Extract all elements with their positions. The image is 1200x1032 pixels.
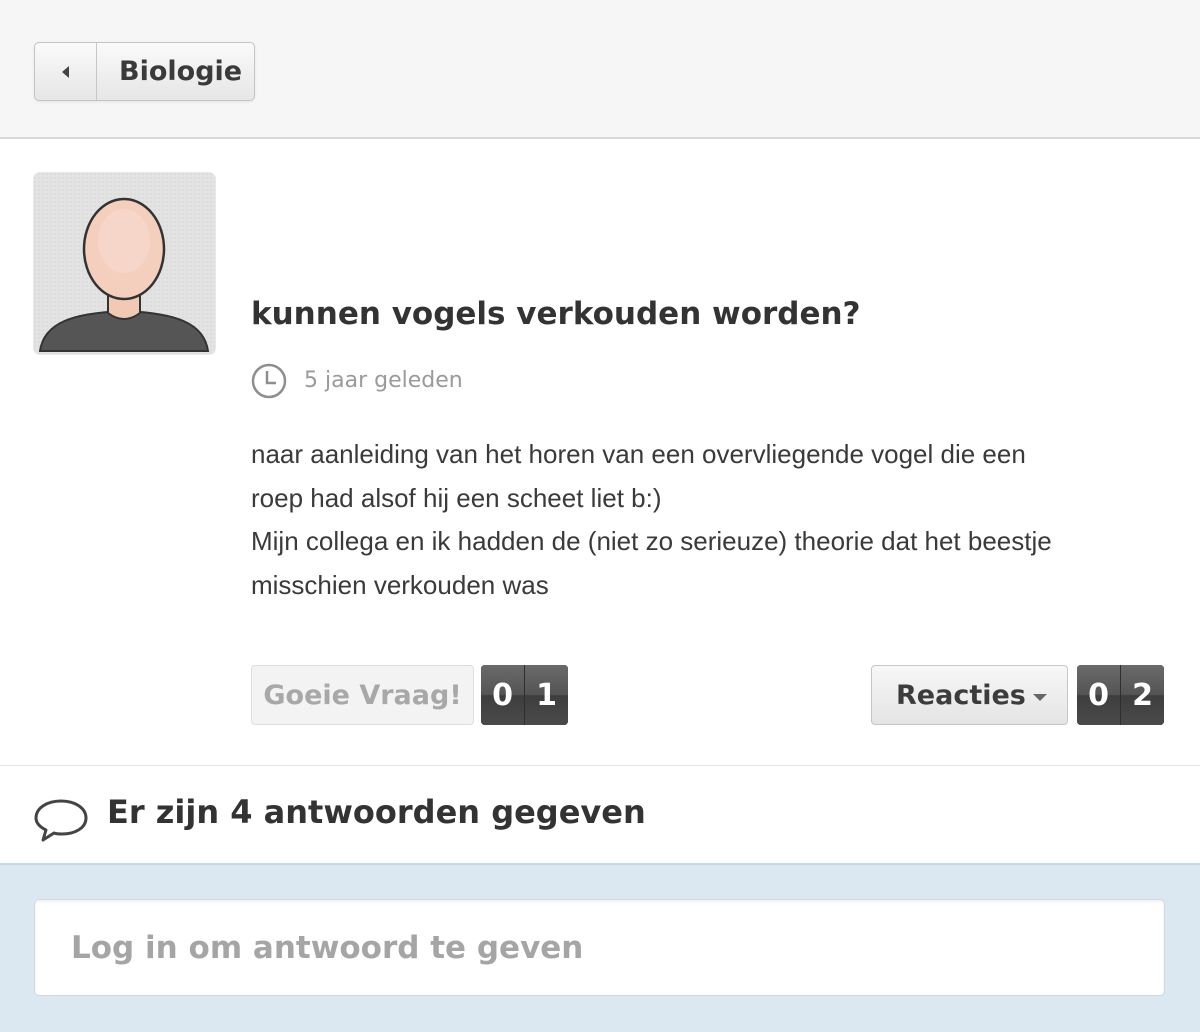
reactions-counter: 0 2 [1077,665,1164,725]
back-button[interactable]: Biologie [34,42,255,101]
reactions-dropdown-button[interactable]: Reacties [871,665,1068,725]
default-avatar-icon [34,173,215,354]
counter-digit: 0 [481,665,524,725]
good-question-button[interactable]: Goeie Vraag! [251,665,474,725]
divider [0,765,1200,766]
top-bar: Biologie [0,0,1200,139]
back-arrow-section [35,43,97,100]
speech-bubble-icon [34,799,88,842]
clock-icon [251,363,287,399]
question-title: kunnen vogels verkouden worden? [251,296,861,332]
question-body-line: roep had alsof hij een scheet liet b:) [251,482,662,513]
counter-digit: 2 [1120,665,1164,725]
good-question-counter: 0 1 [481,665,568,725]
question-body-line: naar aanleiding van het horen van een ov… [251,439,1026,469]
answers-count-heading: Er zijn 4 antwoorden gegeven [107,793,646,831]
avatar[interactable] [34,173,215,354]
counter-digit: 0 [1077,665,1120,725]
question-body-line: Mijn collega en ik hadden de (niet zo se… [251,526,1052,556]
question-timestamp: 5 jaar geleden [304,368,463,393]
chevron-down-icon [1033,694,1047,701]
login-prompt: Log in om antwoord te geven [71,929,584,966]
reactions-label: Reacties [896,679,1026,711]
counter-digit: 1 [524,665,568,725]
question-body: naar aanleiding van het horen van een ov… [251,433,1181,607]
back-button-label: Biologie [119,56,243,87]
question-body-line: misschien verkouden was [251,569,549,600]
login-to-answer-field[interactable]: Log in om antwoord te geven [34,899,1165,996]
caret-left-icon [61,65,69,78]
